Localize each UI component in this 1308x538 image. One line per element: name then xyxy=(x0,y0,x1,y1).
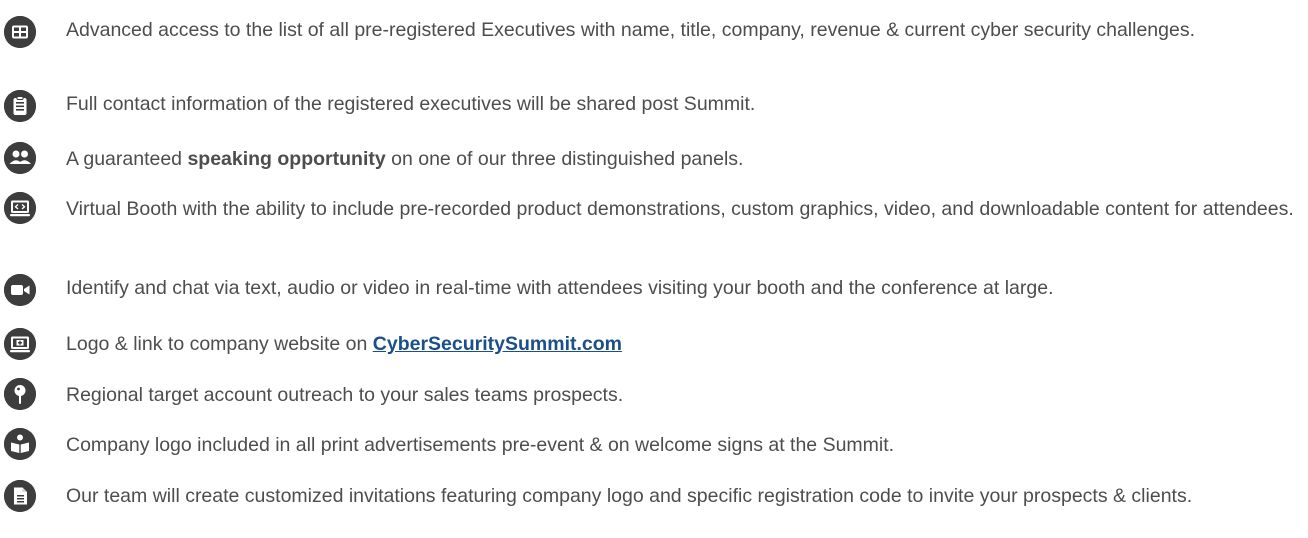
benefit-text: Advanced access to the list of all pre-r… xyxy=(66,19,1196,41)
users-icon xyxy=(4,142,36,174)
video-camera-icon xyxy=(4,274,36,306)
table-grid-icon xyxy=(4,16,36,48)
benefit-text: A guaranteed speaking opportunity on one… xyxy=(66,148,744,170)
cybersecuritysummit-link[interactable]: CyberSecuritySummit.com xyxy=(373,333,622,355)
document-icon xyxy=(4,480,36,512)
benefit-text: Our team will create customized invitati… xyxy=(66,485,1193,507)
benefit-text: Full contact information of the register… xyxy=(66,93,756,115)
benefit-text: Virtual Booth with the ability to includ… xyxy=(66,198,1294,220)
map-pin-icon xyxy=(4,378,36,410)
benefit-text: Logo & link to company website on CyberS… xyxy=(66,333,623,355)
benefit-text: Identify and chat via text, audio or vid… xyxy=(66,277,1054,299)
benefit-text: Company logo included in all print adver… xyxy=(66,434,895,456)
speaking-opportunity-bold: speaking opportunity xyxy=(187,148,386,170)
monitor-code-icon xyxy=(4,192,36,224)
clipboard-list-icon xyxy=(4,90,36,122)
monitor-plus-icon xyxy=(4,328,36,360)
benefit-text: Regional target account outreach to your… xyxy=(66,384,624,406)
reader-book-icon xyxy=(4,428,36,460)
